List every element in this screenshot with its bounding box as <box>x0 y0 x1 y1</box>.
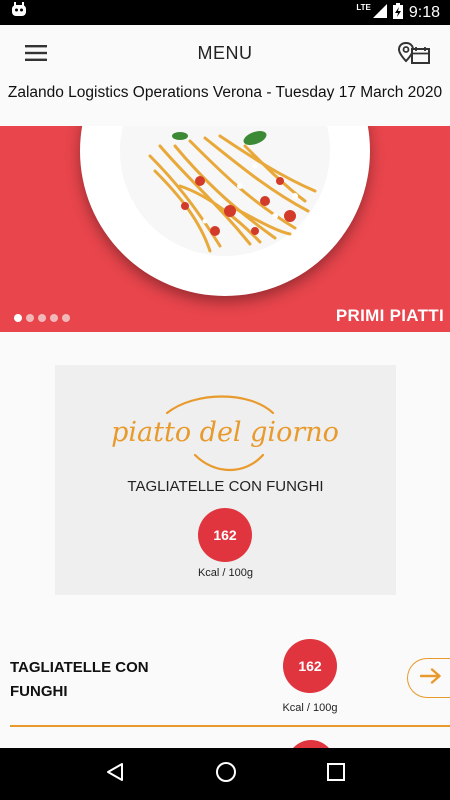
carousel-dot[interactable] <box>62 314 70 322</box>
piatto-del-giorno-logo: piatto del giorno <box>111 395 339 472</box>
category-carousel[interactable]: PRIMI PIATTI <box>0 126 450 332</box>
dish-image <box>80 126 370 296</box>
dish-of-day-card[interactable]: piatto del giorno TAGLIATELLE CON FUNGHI… <box>55 365 396 595</box>
hamburger-menu-icon[interactable] <box>16 33 56 73</box>
carousel-dot[interactable] <box>14 314 22 322</box>
logo-text: piatto del giorno <box>111 417 339 448</box>
location-calendar-icon[interactable] <box>394 33 434 73</box>
network-type: LTE <box>356 3 371 12</box>
app-bar: MENU <box>0 25 450 81</box>
back-icon[interactable] <box>105 762 125 787</box>
battery-icon <box>392 2 403 23</box>
item-name: TAGLIATELLE CON FUNGHI <box>10 659 149 700</box>
open-item-button[interactable] <box>407 658 450 698</box>
kcal-badge: 162 <box>283 639 337 693</box>
page-title: MENU <box>197 42 253 63</box>
kcal-unit: Kcal / 100g <box>197 567 254 579</box>
carousel-dots <box>14 314 70 322</box>
carousel-dot[interactable] <box>50 314 58 322</box>
row-divider <box>10 725 450 727</box>
arrow-right-icon <box>419 667 442 689</box>
status-bar: LTE 9:18 <box>0 0 450 25</box>
carousel-dot[interactable] <box>26 314 34 322</box>
recents-icon[interactable] <box>327 762 345 786</box>
android-debug-icon <box>10 2 28 23</box>
dish-name: TAGLIATELLE CON FUNGHI <box>127 478 324 495</box>
category-label: PRIMI PIATTI <box>335 306 444 325</box>
kcal-value: 162 <box>298 658 322 674</box>
kcal-value: 162 <box>213 527 237 543</box>
signal-icon <box>372 3 387 22</box>
list-item[interactable]: TAGLIATELLE CON FUNGHI 162 Kcal / 100g <box>10 636 450 728</box>
location-date-subtitle: Zalando Logistics Operations Verona - Tu… <box>0 81 450 126</box>
system-nav-bar <box>0 748 450 800</box>
kcal-badge: 162 <box>198 508 252 562</box>
carousel-dot[interactable] <box>38 314 46 322</box>
status-time: 9:18 <box>408 3 440 21</box>
kcal-unit: Kcal / 100g <box>282 702 338 714</box>
home-icon[interactable] <box>215 761 237 788</box>
